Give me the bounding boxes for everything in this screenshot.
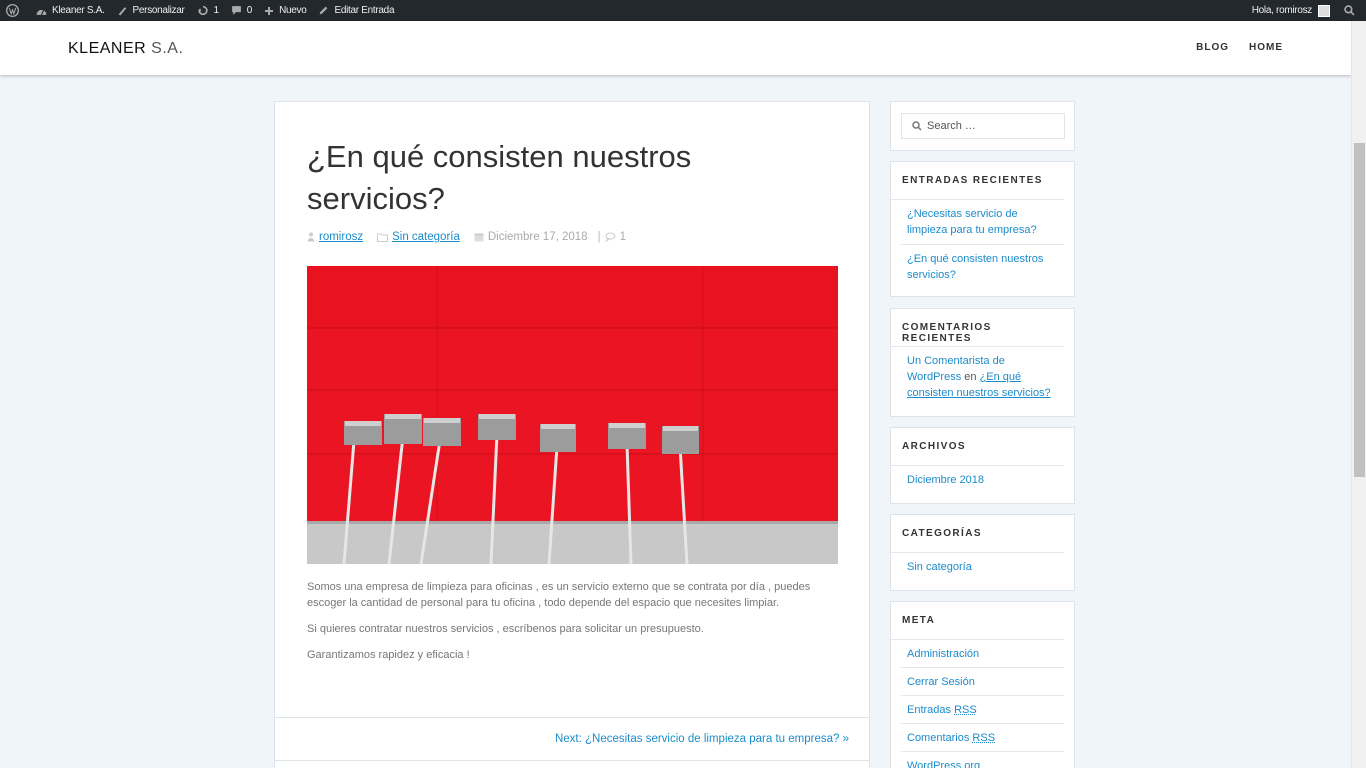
meta-separator: | <box>598 231 601 243</box>
content-paragraph: Si quieres contratar nuestros servicios … <box>307 621 837 637</box>
recent-comment-item: Un Comentarista de WordPress en ¿En qué … <box>901 347 1064 407</box>
double-chevron-right-icon: » <box>843 733 849 745</box>
widget-title: META <box>891 602 1064 640</box>
comments-menu[interactable]: 0 <box>225 0 258 21</box>
comments-count: 0 <box>247 5 252 16</box>
meta-list: Administración Cerrar Sesión Entradas RS… <box>891 640 1074 768</box>
entries-rss-prefix: Entradas <box>907 704 954 716</box>
category-link[interactable]: Sin categoría <box>901 553 1064 581</box>
avatar <box>1318 5 1330 17</box>
rss-abbr: RSS <box>954 704 977 716</box>
meta-comments-rss-link[interactable]: Comentarios RSS <box>901 724 1064 752</box>
dashboard-icon <box>36 6 47 16</box>
recent-post-link[interactable]: ¿En qué consisten nuestros servicios? <box>901 245 1064 289</box>
archive-link[interactable]: Diciembre 2018 <box>901 466 1064 494</box>
greeting-label: Hola, romirosz <box>1252 5 1312 16</box>
site-title-main: KLEANER <box>68 40 146 57</box>
search-field[interactable] <box>901 113 1065 139</box>
wordpress-logo-menu[interactable] <box>0 0 30 21</box>
recent-posts-list: ¿Necesitas servicio de limpieza para tu … <box>891 200 1074 289</box>
brush-icon <box>117 5 128 16</box>
categories-list: Sin categoría <box>891 553 1074 581</box>
recent-post-link[interactable]: ¿Necesitas servicio de limpieza para tu … <box>901 200 1064 245</box>
page-scrollbar[interactable] <box>1351 21 1366 768</box>
category-link[interactable]: Sin categoría <box>392 231 460 243</box>
featured-image-mops <box>307 266 838 564</box>
search-icon <box>1344 5 1355 16</box>
customize-menu[interactable]: Personalizar <box>111 0 191 21</box>
comments-rss-prefix: Comentarios <box>907 732 972 744</box>
rss-abbr: RSS <box>972 732 995 744</box>
post-date: Diciembre 17, 2018 <box>488 231 588 243</box>
nav-item-blog[interactable]: BLOG <box>1196 42 1229 53</box>
archives-list: Diciembre 2018 <box>891 466 1074 494</box>
archives-widget: ARCHIVOS Diciembre 2018 <box>890 427 1075 504</box>
recent-posts-widget: ENTRADAS RECIENTES ¿Necesitas servicio d… <box>890 161 1075 297</box>
next-post-label: Next: ¿Necesitas servicio de limpieza pa… <box>555 733 839 745</box>
main-nav: BLOG HOME <box>1196 42 1283 53</box>
calendar-icon <box>474 232 484 242</box>
recent-comments-widget: COMENTARIOS RECIENTES Un Comentarista de… <box>890 308 1075 417</box>
recent-comments-list: Un Comentarista de WordPress en ¿En qué … <box>891 347 1074 407</box>
updates-count: 1 <box>214 5 219 16</box>
edit-post-label: Editar Entrada <box>334 5 394 16</box>
wordpress-icon <box>6 4 19 17</box>
widget-title: COMENTARIOS RECIENTES <box>891 309 1064 347</box>
widget-title: ARCHIVOS <box>891 428 1064 466</box>
site-title-tail: S.A. <box>146 40 183 57</box>
author-link[interactable]: romirosz <box>319 231 363 243</box>
comment-connector: en <box>961 371 979 383</box>
widget-title: ENTRADAS RECIENTES <box>891 162 1064 200</box>
entry-content: Somos una empresa de limpieza para ofici… <box>307 579 837 673</box>
updates-menu[interactable]: 1 <box>191 0 225 21</box>
customize-label: Personalizar <box>133 5 185 16</box>
new-content-menu[interactable]: Nuevo <box>258 0 312 21</box>
comment-icon <box>231 5 242 16</box>
scrollbar-thumb[interactable] <box>1354 143 1365 477</box>
site-title-link[interactable]: KLEANER S.A. <box>68 40 183 58</box>
meta-logout-link[interactable]: Cerrar Sesión <box>901 668 1064 696</box>
page-title: ¿En qué consisten nuestros servicios? <box>307 136 807 220</box>
content-paragraph: Somos una empresa de limpieza para ofici… <box>307 579 837 611</box>
search-icon <box>912 121 922 131</box>
meta-wordpress-org-link[interactable]: WordPress.org <box>901 752 1064 768</box>
nav-item-home[interactable]: HOME <box>1249 42 1283 53</box>
new-label: Nuevo <box>279 5 306 16</box>
site-name-label: Kleaner S.A. <box>52 5 105 16</box>
entry-meta: romirosz Sin categoría Diciembre 17, 201… <box>307 231 626 243</box>
widget-title: CATEGORÍAS <box>891 515 1064 553</box>
comment-icon <box>605 232 616 242</box>
meta-widget: META Administración Cerrar Sesión Entrad… <box>890 601 1075 768</box>
site-name-menu[interactable]: Kleaner S.A. <box>30 0 111 21</box>
meta-entries-rss-link[interactable]: Entradas RSS <box>901 696 1064 724</box>
folder-icon <box>377 233 388 242</box>
plus-icon <box>264 6 274 16</box>
admin-bar: Kleaner S.A. Personalizar 1 0 Nuevo Edit… <box>0 0 1366 21</box>
user-icon <box>307 232 315 242</box>
next-post-link[interactable]: Next: ¿Necesitas servicio de limpieza pa… <box>555 733 849 745</box>
updates-icon <box>197 5 209 16</box>
article: ¿En qué consisten nuestros servicios? ro… <box>274 101 870 768</box>
my-account-menu[interactable]: Hola, romirosz <box>1246 0 1330 21</box>
categories-widget: CATEGORÍAS Sin categoría <box>890 514 1075 591</box>
site-header: KLEANER S.A. BLOG HOME <box>0 21 1351 75</box>
comment-count: 1 <box>620 231 626 243</box>
content-paragraph: Garantizamos rapidez y eficacia ! <box>307 647 837 663</box>
search-widget <box>890 101 1075 151</box>
search-input[interactable] <box>927 120 1057 132</box>
pencil-icon <box>318 5 329 16</box>
post-navigation: Next: ¿Necesitas servicio de limpieza pa… <box>275 717 869 761</box>
edit-post-menu[interactable]: Editar Entrada <box>312 0 400 21</box>
admin-search-button[interactable] <box>1330 0 1360 21</box>
meta-admin-link[interactable]: Administración <box>901 640 1064 668</box>
